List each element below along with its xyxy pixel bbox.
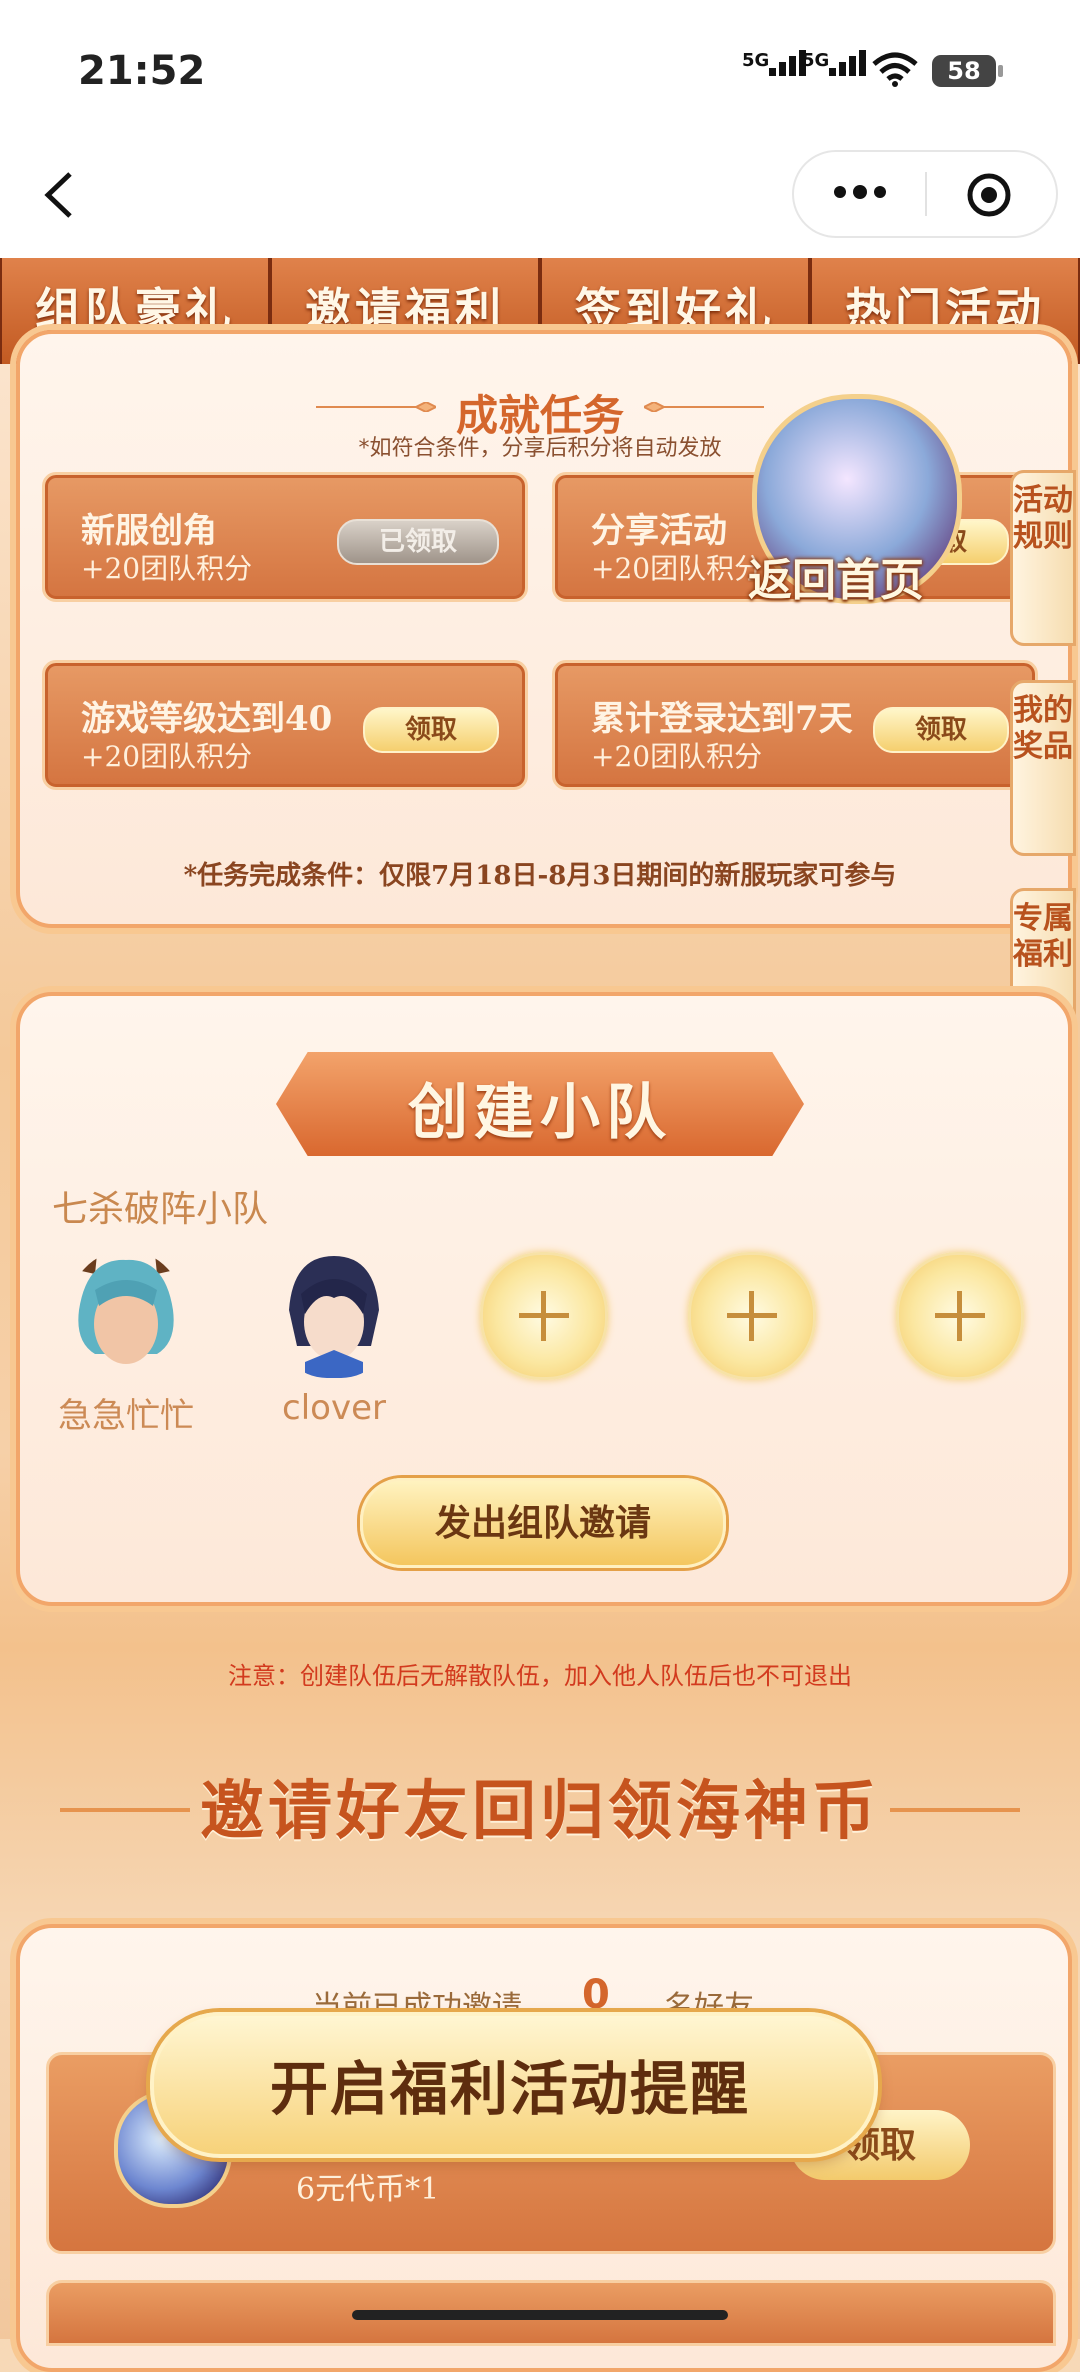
side-tab-rules[interactable]: 活动规则 [1010, 470, 1076, 646]
capsule-menu [792, 150, 1058, 238]
team-name: 七杀破阵小队 [52, 1189, 269, 1230]
send-team-invite-button[interactable]: 发出组队邀请 [360, 1478, 726, 1568]
member-name: clover [282, 1388, 386, 1428]
avatar [77, 1254, 175, 1364]
claimed-button[interactable]: 已领取 [336, 519, 499, 565]
add-member-slot[interactable] [480, 1252, 608, 1380]
task-name: 新服创角 [81, 511, 217, 551]
signal-2-icon: 5G [802, 50, 869, 76]
status-time: 21:52 [78, 48, 206, 94]
reward-text: 6元代币*1 [296, 2172, 440, 2207]
member-name: 急急忙忙 [58, 1396, 194, 1436]
reminder-banner-text[interactable]: 开启福利活动提醒 [150, 2042, 870, 2126]
task-card-new-character: 新服创角 +20团队积分 已领取 [42, 472, 528, 602]
team-member: clover [264, 1250, 404, 1428]
avatar [289, 1256, 379, 1378]
task-reward: +20团队积分 [81, 552, 253, 585]
invite-heading: 邀请好友回归领海神币 [200, 1774, 880, 1849]
achievement-note: *任务完成条件：仅限7月18日-8月3日期间的新服玩家可参与 [183, 861, 897, 891]
task-name: 累计登录达到7天 [591, 699, 853, 739]
team-warning: 注意：创建队伍后无解散队伍，加入他人队伍后也不可退出 [228, 1662, 852, 1690]
task-name: 游戏等级达到40 [81, 699, 333, 739]
wifi-icon [872, 52, 918, 87]
task-reward: +20团队积分 [591, 740, 763, 773]
more-icon[interactable] [830, 180, 890, 204]
claim-button[interactable]: 领取 [872, 707, 1009, 753]
home-indicator[interactable] [352, 2310, 728, 2320]
signal-1-icon: 5G [742, 50, 809, 76]
battery-icon: 58 [932, 55, 1003, 87]
claim-button[interactable]: 领取 [362, 707, 499, 753]
side-tab-my-prizes[interactable]: 我的奖品 [1010, 680, 1076, 856]
capsule-divider [925, 172, 927, 216]
return-home-button[interactable]: 返回首页 [748, 544, 924, 608]
task-card-level-40: 游戏等级达到40 +20团队积分 领取 [42, 660, 528, 790]
team-member: 急急忙忙 [56, 1250, 196, 1437]
task-name: 分享活动 [591, 511, 727, 551]
back-arrow-icon[interactable] [40, 170, 80, 220]
task-reward: +20团队积分 [81, 740, 253, 773]
close-target-icon[interactable] [966, 172, 1012, 218]
add-member-slot[interactable] [688, 1252, 816, 1380]
add-member-slot[interactable] [896, 1252, 1024, 1380]
task-reward: +20团队积分 [591, 552, 763, 585]
task-card-login-7-days: 累计登录达到7天 +20团队积分 领取 [552, 660, 1038, 790]
team-banner-title: 创建小队 [408, 1078, 672, 1148]
